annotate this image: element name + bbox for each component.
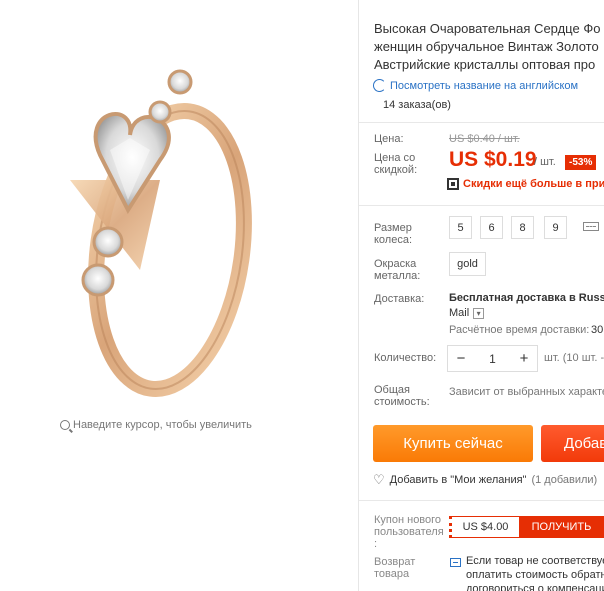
quantity-stepper: − 1 + [447, 345, 538, 372]
quantity-increase-button[interactable]: + [511, 346, 537, 371]
color-label: Окраска металла: [374, 258, 420, 282]
coupon-label-line: Купон нового [374, 514, 442, 526]
coupon-value: US $4.00 [449, 516, 519, 538]
product-image[interactable] [40, 50, 280, 410]
size-option-9[interactable]: 9 [544, 216, 567, 239]
delivery-time-label: Расчётное время доставки: [449, 324, 590, 336]
size-option-6[interactable]: 6 [480, 216, 503, 239]
total-label: Общая стоимость: [374, 384, 430, 408]
returns-label-line: Возврат [374, 556, 416, 568]
refresh-icon [373, 79, 386, 92]
add-to-wishlist-link[interactable]: ♡ Добавить в "Мои желания" (1 добавили) [373, 472, 597, 488]
color-label-line: металла: [374, 270, 421, 282]
total-label-line: стоимость: [374, 396, 430, 408]
quantity-decrease-button[interactable]: − [448, 346, 474, 371]
wishlist-label: Добавить в "Мои желания" [389, 474, 527, 486]
qr-code-icon [447, 178, 459, 190]
zoom-hint: Наведите курсор, чтобы увеличить [60, 419, 252, 431]
wishlist-count: (1 добавили) [531, 474, 598, 486]
orders-count: 14 заказа(ов) [383, 99, 451, 111]
total-value: Зависит от выбранных характе [449, 386, 604, 398]
sale-price-label-line: скидкой: [374, 164, 418, 176]
product-title-line: Высокая Очаровательная Сердце Фо [374, 21, 601, 36]
size-option-5[interactable]: 5 [449, 216, 472, 239]
shipping-carrier-select[interactable]: Mail ▾ [449, 307, 485, 319]
get-coupon-button[interactable]: ПОЛУЧИТЬ [519, 516, 604, 538]
total-label-line: Общая [374, 384, 410, 396]
color-label-line: Окраска [374, 258, 417, 270]
shipping-option: Бесплатная доставка в Russia [449, 292, 604, 304]
color-option-gold[interactable]: gold [449, 252, 486, 276]
heart-icon: ♡ [373, 472, 385, 487]
returns-text: Если товар не соответствуе оплатить стои… [466, 554, 604, 591]
shipping-carrier: Mail [449, 307, 470, 319]
coupon-label: Купон нового пользователя : [374, 514, 444, 550]
translate-title-label: Посмотреть название на английском [390, 79, 579, 92]
delivery-time-value: 30 [591, 324, 604, 336]
returns-label: Возврат товара [374, 556, 415, 580]
size-label: Размер колеса: [374, 222, 412, 246]
size-label-line: Размер [374, 222, 412, 234]
discount-badge: -53% [565, 155, 597, 170]
magnifier-icon [60, 420, 70, 430]
old-price: US $0.40 / шт. [449, 133, 520, 145]
quantity-input[interactable]: 1 [474, 352, 511, 366]
chevron-down-icon: ▾ [473, 307, 485, 319]
size-chart-icon[interactable] [583, 222, 599, 231]
coupon-label-line: : [374, 538, 378, 550]
app-promo-link[interactable]: Скидки ещё больше в прил [447, 178, 604, 190]
returns-text-line: Если товар не соответствуе [466, 555, 604, 567]
returns-text-line: договориться о компенсаци [466, 583, 604, 591]
app-promo-text: Скидки ещё больше в прил [463, 178, 604, 190]
returns-label-line: товара [374, 568, 410, 580]
quantity-label: Количество: [374, 352, 437, 364]
shipping-label: Доставка: [374, 293, 425, 305]
size-label-line: колеса: [374, 234, 413, 246]
zoom-hint-text: Наведите курсор, чтобы увеличить [73, 419, 252, 431]
per-unit: / шт. [534, 156, 556, 168]
product-info-panel: Высокая Очаровательная Сердце Фо женщин … [359, 0, 604, 591]
divider [359, 500, 604, 501]
price-label: Цена: [374, 133, 404, 145]
product-gallery: Наведите курсор, чтобы увеличить [0, 0, 358, 591]
size-option-8[interactable]: 8 [511, 216, 534, 239]
sale-price-label: Цена со скидкой: [374, 152, 417, 176]
add-to-cart-button[interactable]: Добав [541, 425, 604, 462]
buy-now-button[interactable]: Купить сейчас [373, 425, 533, 462]
coupon-label-line: пользователя [374, 526, 444, 538]
product-title-line: Австрийские кристаллы оптовая про [374, 57, 596, 72]
returns-text-line: оплатить стоимость обратн [466, 569, 604, 581]
sale-price-label-line: Цена со [374, 152, 416, 164]
quantity-unit: шт. (10 шт. - [544, 352, 604, 364]
product-title-line: женщин обручальное Винтаж Золото [374, 39, 599, 54]
document-icon [450, 558, 461, 567]
sale-price: US $0.19 [449, 148, 537, 171]
translate-title-link[interactable]: Посмотреть название на английском [373, 79, 578, 92]
product-title: Высокая Очаровательная Сердце Фо женщин … [374, 20, 604, 74]
